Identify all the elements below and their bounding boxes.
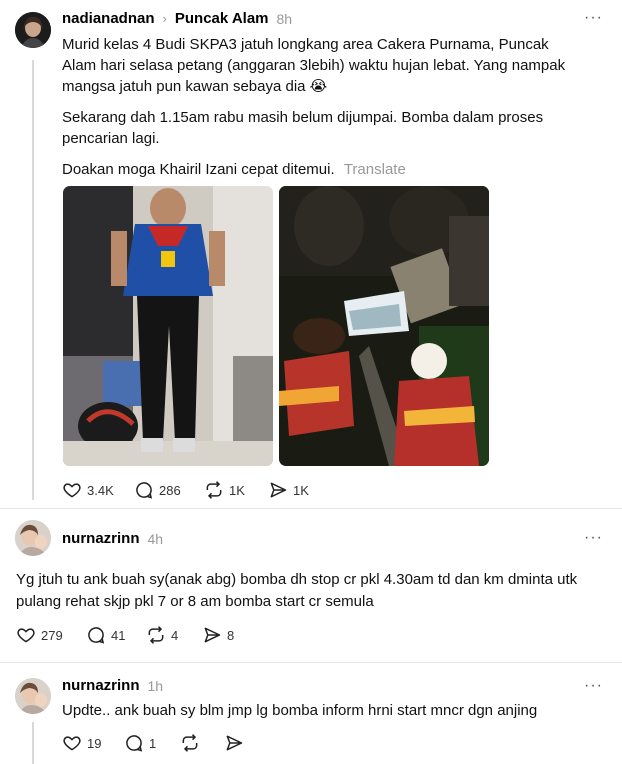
photo-boy-in-jersey [63, 186, 273, 466]
share-button[interactable] [224, 733, 244, 753]
share-button[interactable]: 8 [202, 625, 234, 645]
comment-count: 1 [149, 735, 157, 751]
share-count: 8 [227, 627, 235, 643]
paragraph: Doakan moga Khairil Izani cepat ditemui. [62, 161, 335, 178]
like-button[interactable]: 279 [16, 625, 63, 645]
username[interactable]: nadianadnan [62, 10, 155, 27]
username[interactable]: nurnazrinn [62, 677, 140, 694]
like-count: 279 [41, 627, 63, 643]
username[interactable]: nurnazrinn [62, 530, 140, 547]
comment-button[interactable]: 1 [124, 733, 156, 753]
comment-count: 286 [159, 482, 181, 498]
comment-button[interactable]: 286 [134, 480, 181, 500]
post-text: Murid kelas 4 Budi SKPA3 jatuh longkang … [62, 34, 582, 180]
share-button[interactable]: 1K [268, 480, 309, 500]
paragraph: Sekarang dah 1.15am rabu masih belum dij… [62, 109, 544, 147]
heart-icon [63, 736, 81, 751]
heart-icon [17, 628, 35, 643]
photo-rescue-scene [279, 186, 489, 466]
topic-tag[interactable]: Puncak Alam [175, 10, 269, 27]
post-image[interactable] [63, 186, 273, 466]
like-button[interactable]: 3.4K [62, 480, 114, 500]
repost-count: 4 [171, 627, 179, 643]
timestamp: 4h [147, 530, 164, 547]
like-count: 3.4K [87, 482, 114, 498]
avatar[interactable] [15, 678, 51, 714]
avatar-photo [15, 12, 51, 48]
repost-button[interactable] [180, 733, 200, 753]
heart-icon [63, 483, 81, 498]
more-options-icon[interactable]: ··· [584, 677, 603, 695]
repost-button[interactable]: 1K [204, 480, 245, 500]
comment-icon [126, 735, 143, 752]
timestamp: 8h [276, 10, 293, 27]
divider [0, 662, 622, 663]
repost-button[interactable]: 4 [146, 625, 178, 645]
send-icon [204, 627, 221, 643]
avatar-photo [15, 520, 51, 556]
repost-icon [182, 734, 198, 752]
avatar[interactable] [15, 520, 51, 556]
avatar-photo [15, 678, 51, 714]
repost-count: 1K [229, 482, 245, 498]
reply-text: Updte.. ank buah sy blm jmp lg bomba inf… [62, 702, 538, 719]
comment-count: 41 [111, 627, 126, 643]
divider [0, 508, 622, 509]
repost-icon [206, 481, 222, 499]
paragraph: Murid kelas 4 Budi SKPA3 jatuh longkang … [62, 36, 566, 95]
avatar[interactable] [15, 12, 51, 48]
share-count: 1K [293, 482, 309, 498]
repost-icon [148, 626, 164, 644]
send-icon [270, 482, 287, 498]
comment-icon [136, 482, 153, 499]
send-icon [226, 735, 243, 751]
more-options-icon[interactable]: ··· [584, 9, 603, 27]
thread-line [32, 60, 34, 500]
comment-button[interactable]: 41 [86, 625, 125, 645]
comment-icon [88, 627, 105, 644]
post-image[interactable] [279, 186, 489, 466]
translate-link[interactable]: Translate [344, 161, 406, 178]
reply-text: Yg jtuh tu ank buah sy(anak abg) bomba d… [16, 571, 578, 610]
more-options-icon[interactable]: ··· [584, 529, 603, 547]
like-button[interactable]: 19 [62, 733, 101, 753]
like-count: 19 [87, 735, 102, 751]
thread-line [32, 722, 34, 764]
timestamp: 1h [147, 677, 164, 694]
chevron-right-icon: › [162, 11, 167, 26]
